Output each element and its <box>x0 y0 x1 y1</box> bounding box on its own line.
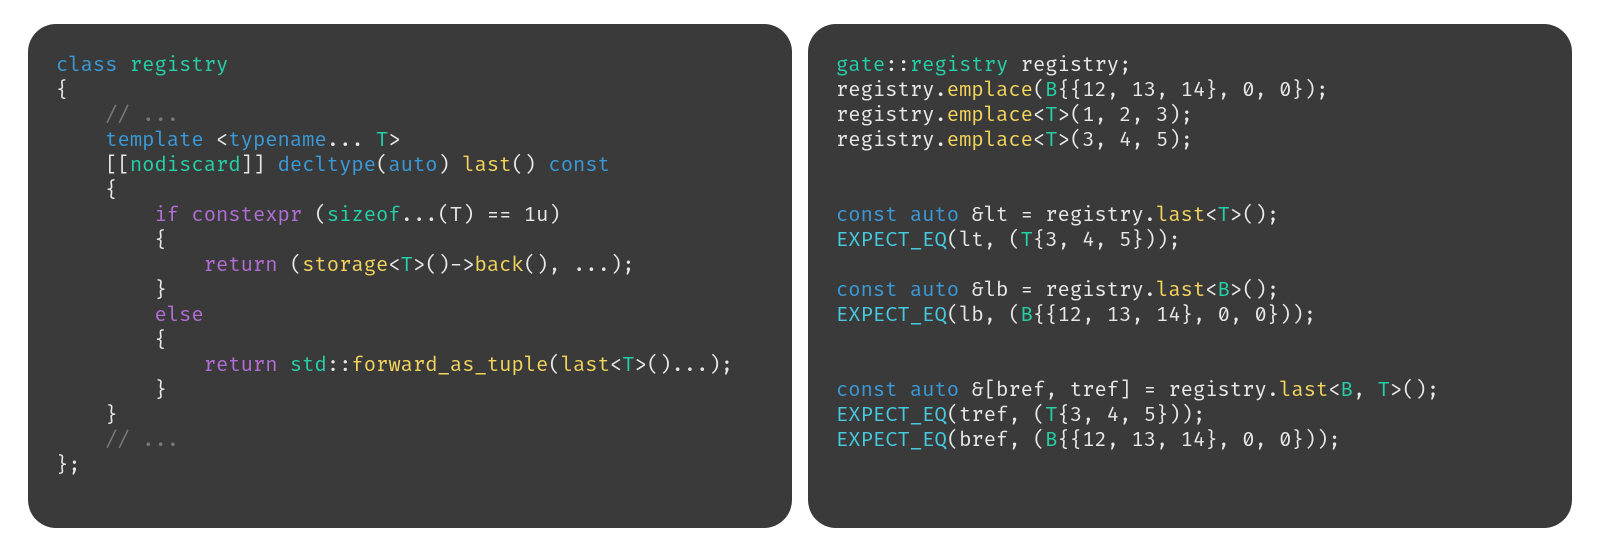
kw-const: const <box>548 154 610 178</box>
comment: // ... <box>105 104 179 128</box>
macro-expect-eq: EXPECT_EQ <box>836 229 947 253</box>
kw-constexpr: constexpr <box>191 204 302 228</box>
type-T: T <box>364 129 389 153</box>
ns-gate: gate <box>836 54 885 78</box>
kw-sizeof: sizeof <box>327 204 401 228</box>
fn-storage: storage <box>302 254 388 278</box>
code-panel-left: class registry { // ... template <typena… <box>28 24 792 528</box>
fn-last: last <box>462 154 511 178</box>
kw-return: return <box>204 354 278 378</box>
attr-nodiscard: nodiscard <box>130 154 241 178</box>
kw-typename: typename <box>228 129 326 153</box>
code-block-right: gate::registry registry; registry.emplac… <box>836 54 1544 454</box>
kw-return: return <box>204 254 278 278</box>
type-registry: registry <box>910 54 1008 78</box>
fn-forward-as-tuple: forward_as_tuple <box>351 354 548 378</box>
fn-emplace: emplace <box>947 79 1033 103</box>
kw-template: template <box>105 129 203 153</box>
code-panel-right: gate::registry registry; registry.emplac… <box>808 24 1572 528</box>
brace: { <box>56 79 68 103</box>
kw-decltype: decltype <box>278 154 376 178</box>
code-panels-container: class registry { // ... template <typena… <box>0 0 1600 552</box>
kw-class: class <box>56 54 118 78</box>
fn-back: back <box>475 254 524 278</box>
kw-auto: auto <box>388 154 437 178</box>
kw-else: else <box>154 304 203 328</box>
type-registry: registry <box>118 54 229 78</box>
comment: // ... <box>105 429 179 453</box>
fn-last: last <box>561 354 610 378</box>
ns-std: std <box>290 354 327 378</box>
kw-if: if <box>154 204 179 228</box>
code-block-left: class registry { // ... template <typena… <box>56 54 764 479</box>
